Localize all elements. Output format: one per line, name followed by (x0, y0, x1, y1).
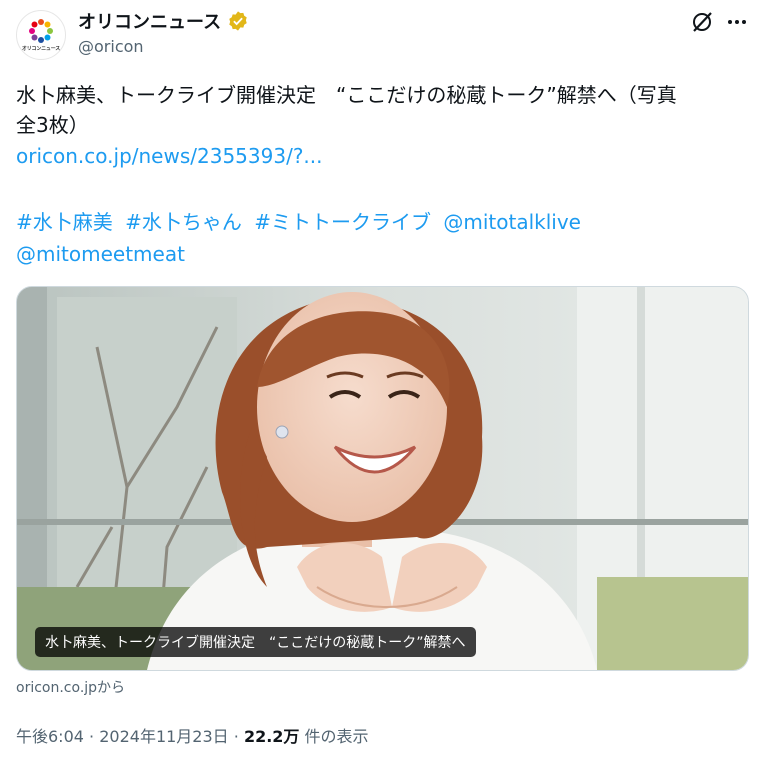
avatar[interactable]: オリコンニュース (16, 10, 66, 60)
tweet-text-line2: 全3枚） (16, 113, 89, 137)
hashtag-mitotalklive[interactable]: #ミトトークライブ (254, 210, 431, 234)
card-source[interactable]: oricon.co.jpから (16, 677, 125, 697)
oricon-logo-icon (29, 19, 53, 43)
hashtag-mitochan[interactable]: #水卜ちゃん (125, 210, 242, 234)
meta-separator-2: · (233, 727, 239, 746)
more-options-icon[interactable] (724, 9, 750, 35)
hashtag-mitomiasami[interactable]: #水卜麻美 (16, 210, 113, 234)
handle[interactable]: @oricon (78, 37, 144, 56)
tweet-text: 水卜麻美、トークライブ開催決定 “ここだけの秘蔵トーク”解禁へ（写真 全3枚） (16, 80, 746, 140)
grok-icon[interactable] (690, 10, 714, 34)
mention-mitomeetmeat[interactable]: @mitomeetmeat (16, 242, 185, 266)
hashtags: #水卜麻美 #水卜ちゃん #ミトトークライブ @mitotalklive @mi… (16, 206, 746, 270)
photo-illustration (17, 287, 748, 670)
tweet-text-line1: 水卜麻美、トークライブ開催決定 “ここだけの秘蔵トーク”解禁へ（写真 (16, 83, 677, 107)
view-count-label: 件の表示 (304, 727, 369, 746)
verified-badge-icon[interactable] (227, 10, 249, 32)
tweet-time[interactable]: 午後6:04 (16, 727, 84, 746)
meta-separator: · (89, 727, 95, 746)
display-name[interactable]: オリコンニュース (78, 8, 221, 34)
tweet-meta: 午後6:04 · 2024年11月23日 · 22.2万 件の表示 (16, 723, 369, 747)
view-count: 22.2万 (243, 727, 300, 746)
avatar-label: オリコンニュース (21, 46, 61, 52)
media-caption: 水卜麻美、トークライブ開催決定 “ここだけの秘蔵トーク”解禁へ (35, 627, 476, 657)
mention-mitotalklive[interactable]: @mitotalklive (443, 210, 581, 234)
article-link[interactable]: oricon.co.jp/news/2355393/?... (16, 144, 323, 168)
media-photo[interactable]: 水卜麻美、トークライブ開催決定 “ここだけの秘蔵トーク”解禁へ (16, 286, 749, 671)
tweet-date[interactable]: 2024年11月23日 (99, 727, 228, 746)
